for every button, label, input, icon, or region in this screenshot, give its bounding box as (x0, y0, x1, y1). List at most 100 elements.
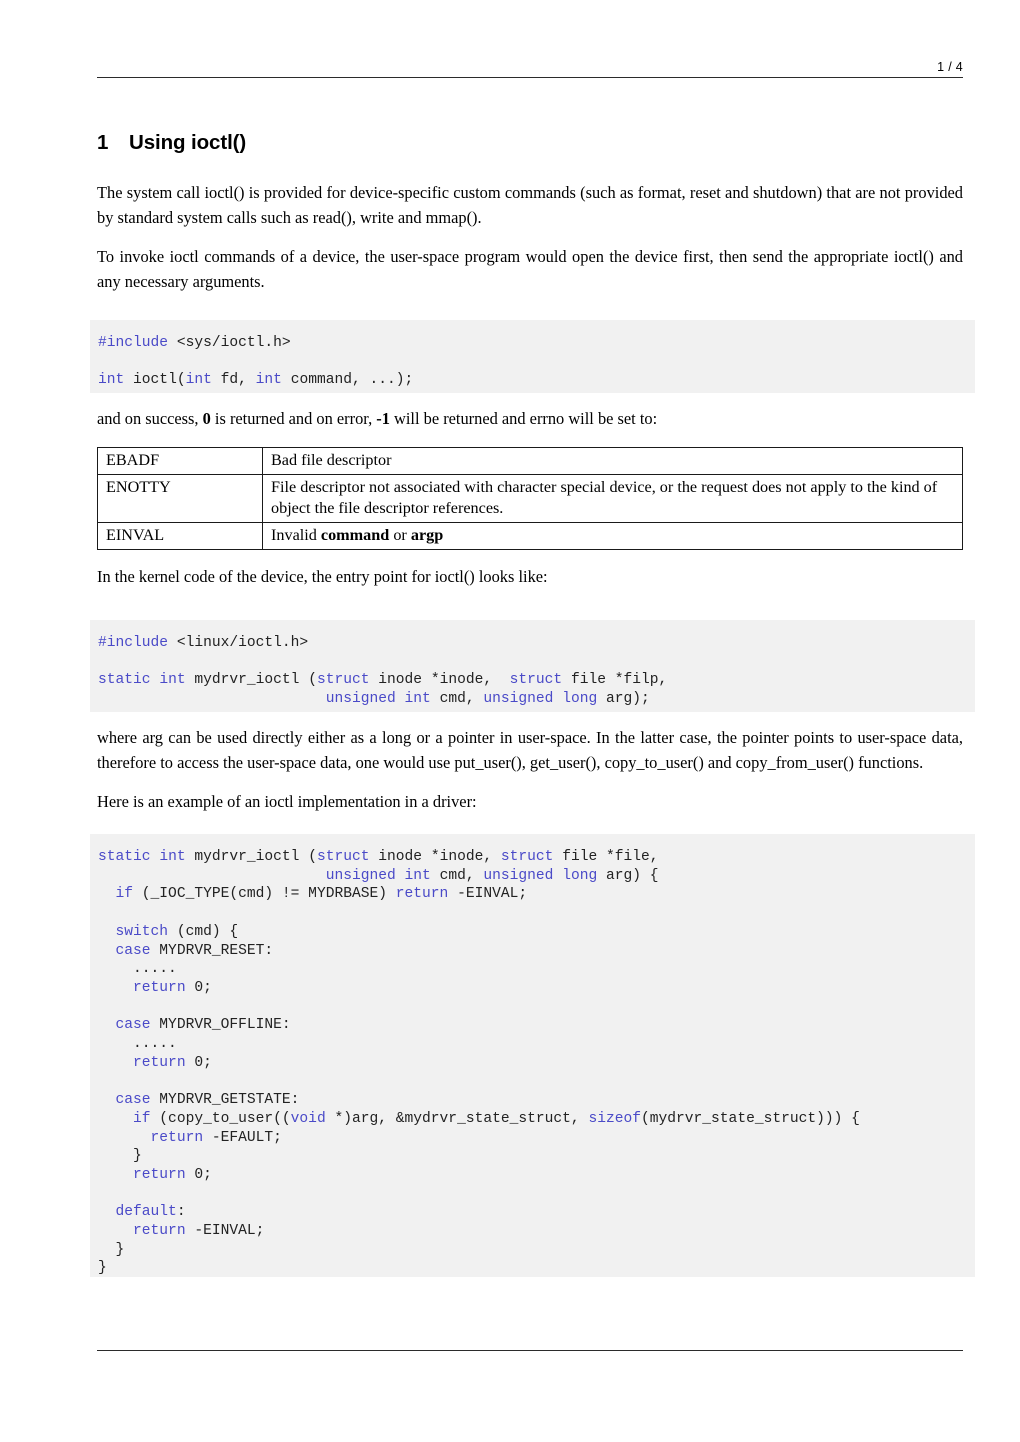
errno-code-cell: EINVAL (97, 522, 263, 550)
code-keyword: int (185, 372, 212, 389)
errno-code-cell: EBADF (97, 447, 263, 475)
code-text: (cmd) { (168, 923, 239, 940)
code-text: inode *inode, (369, 849, 501, 865)
code-line: static int mydrvr_ioctl (struct inode *i… (98, 848, 975, 867)
table-row: EINVAL Invalid command or argp (97, 522, 963, 550)
code-text: MYDRVR_GETSTATE: (150, 1092, 300, 1109)
code-text: (mydrvr_state_struct))) { (640, 1110, 860, 1127)
code-keyword: return (133, 979, 186, 996)
code-text: file *file, (553, 849, 659, 865)
code-keyword: unsigned (483, 691, 554, 708)
code-line: return 0; (98, 979, 975, 998)
code-text: -EINVAL; (185, 1223, 265, 1240)
code-text: <linux/ioctl.h> (168, 635, 309, 651)
code-keyword: #include (98, 635, 169, 651)
code-keyword: switch (115, 923, 169, 940)
code-block-kernel-entry-point: #include <linux/ioctl.h> static int mydr… (90, 620, 975, 712)
code-line: } (98, 1241, 975, 1260)
code-text: } (98, 1148, 142, 1165)
code-text: file *filp, (562, 672, 668, 689)
return-success-value: 0 (202, 409, 211, 428)
code-text: 0; (185, 979, 212, 996)
code-keyword: long (562, 691, 598, 708)
header-rule (97, 77, 963, 78)
code-line: static int mydrvr_ioctl (struct inode *i… (98, 671, 975, 690)
footer-rule (97, 1350, 963, 1351)
errno-description-cell: Invalid command or argp (262, 522, 963, 550)
code-line: } (98, 1147, 975, 1166)
code-line: default: (98, 1203, 975, 1222)
code-keyword: #include (98, 335, 169, 351)
errno-description-text: Invalid (271, 526, 321, 544)
code-keyword: default (115, 1204, 177, 1221)
code-line: ..... (98, 960, 975, 979)
code-keyword: struct (316, 849, 370, 865)
code-line: unsigned int cmd, unsigned long arg) { (98, 867, 975, 886)
code-keyword: int (159, 849, 186, 865)
code-keyword: return (133, 1054, 186, 1071)
code-keyword: int (404, 691, 431, 708)
errno-table: EBADF Bad file descriptor ENOTTY File descr… (97, 447, 963, 550)
code-keyword: void (290, 1110, 326, 1127)
code-keyword: case (115, 942, 151, 959)
code-keyword: int (404, 867, 431, 884)
code-text: mydrvr_ioctl ( (185, 672, 317, 689)
code-text: arg) { (597, 867, 659, 884)
code-text: MYDRVR_OFFLINE: (150, 1017, 291, 1034)
code-keyword: struct (500, 849, 554, 865)
errno-description-cell: Bad file descriptor (262, 447, 963, 475)
code-text: cmd, (430, 867, 484, 884)
code-keyword: return (133, 1166, 186, 1183)
page-indicator: 1 / 4 (937, 60, 963, 74)
code-keyword: unsigned (325, 691, 396, 708)
code-keyword: static (98, 849, 151, 865)
code-keyword: struct (316, 672, 370, 689)
code-keyword: case (115, 1017, 151, 1034)
paragraph-return-values: and on success, 0 is returned and on err… (97, 407, 963, 432)
paragraph-example-lead: Here is an example of an ioctl implement… (97, 792, 477, 811)
document-page: 1 / 4 1 Using ioctl() The system call ioc… (0, 0, 1020, 1442)
code-text: <sys/ioctl.h> (168, 335, 291, 351)
paragraph-arg-usage: where arg can be used directly either as… (97, 728, 963, 772)
return-text-a: and on success, (97, 409, 203, 428)
code-line: case MYDRVR_GETSTATE: (98, 1091, 975, 1110)
code-text: fd, (211, 372, 256, 389)
paragraph-intro-1: The system call ioctl() is provided for … (97, 183, 963, 227)
code-line: if (_IOC_TYPE(cmd) != MYDRBASE) return -… (98, 885, 975, 904)
table-row: EBADF Bad file descriptor (97, 447, 963, 475)
errno-description-text: Bad file descriptor (271, 451, 392, 469)
code-text: ioctl( (124, 372, 186, 389)
code-keyword: static (98, 672, 151, 689)
code-line: return 0; (98, 1166, 975, 1185)
code-keyword: int (159, 672, 186, 689)
code-line: switch (cmd) { (98, 923, 975, 942)
code-text: 0; (185, 1166, 212, 1183)
return-error-value: -1 (376, 409, 390, 428)
code-keyword: if (133, 1110, 151, 1127)
code-block-driver-example: static int mydrvr_ioctl (struct inode *i… (90, 834, 975, 1277)
code-line: case MYDRVR_RESET: (98, 942, 975, 961)
code-text: ..... (98, 1036, 177, 1053)
code-text: (_IOC_TYPE(cmd) != MYDRBASE) (133, 886, 396, 903)
code-text: cmd, (430, 691, 484, 708)
code-keyword: long (562, 867, 598, 884)
code-keyword: case (115, 1092, 151, 1109)
code-keyword: struct (509, 672, 563, 689)
errno-description-emphasis: command (320, 526, 390, 544)
return-text-c: will be returned and errno will be set t… (389, 409, 658, 428)
